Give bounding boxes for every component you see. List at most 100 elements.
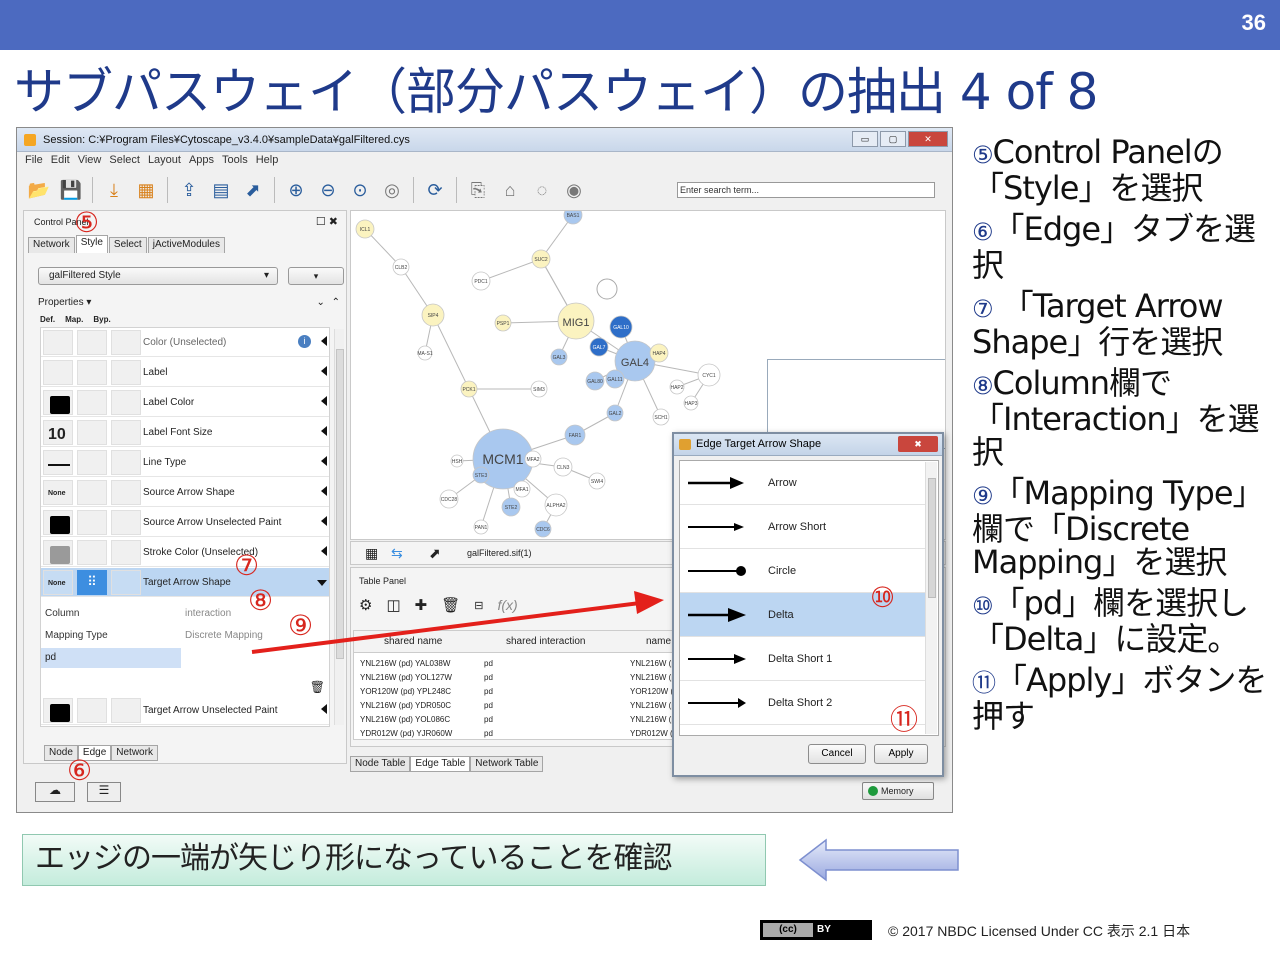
expand-arrow-icon[interactable] xyxy=(321,366,327,376)
menu-tools[interactable]: Tools xyxy=(222,154,248,170)
new-network-from-selection-icon[interactable]: ⎘ xyxy=(464,176,492,204)
mapping-type-value[interactable]: Discrete Mapping xyxy=(185,630,263,641)
refresh-icon[interactable]: ⟳ xyxy=(421,176,449,204)
zoom-fit-icon[interactable]: ⊙ xyxy=(346,176,374,204)
expand-arrow-icon[interactable] xyxy=(321,516,327,526)
tab-select[interactable]: Select xyxy=(108,237,147,253)
property-row-target-arrow-shape[interactable]: None ⠿ Target Arrow Shape xyxy=(41,568,329,597)
column-value[interactable]: interaction xyxy=(185,608,231,619)
task-list-icon[interactable]: ☰ xyxy=(87,782,121,802)
col-name[interactable]: name xyxy=(646,636,671,647)
zoom-selected-icon[interactable]: ◎ xyxy=(378,176,406,204)
show-icon[interactable]: ◉ xyxy=(560,176,588,204)
expand-arrow-icon[interactable] xyxy=(321,456,327,466)
column-row[interactable]: Column interaction xyxy=(45,608,325,619)
expand-arrow-icon[interactable] xyxy=(321,704,327,714)
property-row[interactable]: Source Arrow Unselected Paint xyxy=(41,508,329,537)
table-row[interactable]: YNL216W (pd) YAL038W pd YNL216W (p xyxy=(354,659,672,673)
detach-view-icon[interactable]: ⬈ xyxy=(429,545,441,562)
export-table-icon[interactable]: ▤ xyxy=(207,176,235,204)
import-network-icon[interactable]: ⤓ xyxy=(100,176,128,204)
open-folder-icon[interactable]: 📂 xyxy=(25,176,53,204)
expand-arrow-icon[interactable] xyxy=(321,426,327,436)
network-edge[interactable] xyxy=(480,258,542,282)
expand-arrow-icon[interactable] xyxy=(321,396,327,406)
tab-network-style[interactable]: Network xyxy=(111,745,158,761)
apply-button[interactable]: Apply xyxy=(874,744,928,764)
menu-view[interactable]: View xyxy=(78,154,102,170)
export-image-icon[interactable]: ⬈ xyxy=(239,176,267,204)
tab-jactivemodules[interactable]: jActiveModules xyxy=(147,237,225,253)
menu-apps[interactable]: Apps xyxy=(189,154,214,170)
function-builder-icon[interactable]: f(x) xyxy=(497,597,517,613)
add-column-icon[interactable]: ✚ xyxy=(415,596,428,614)
trash-icon[interactable]: 🗑 xyxy=(310,680,325,694)
mapping-grid-icon[interactable]: ⠿ xyxy=(77,570,107,595)
table-row[interactable]: YNL216W (pd) YDR050C pd YNL216W (p xyxy=(354,701,672,715)
property-row[interactable]: Target Arrow Unselected Paint xyxy=(41,696,329,725)
maximize-button[interactable]: ▢ xyxy=(880,131,906,147)
network-node[interactable] xyxy=(596,278,618,300)
property-row[interactable]: Line Type xyxy=(41,448,329,477)
expand-arrow-icon[interactable] xyxy=(321,486,327,496)
home-icon[interactable]: ⌂ xyxy=(496,176,524,204)
table-row[interactable]: YNL216W (pd) YOL086C pd YNL216W (p xyxy=(354,715,672,729)
expand-arrow-icon[interactable] xyxy=(321,336,327,346)
property-row[interactable]: Label xyxy=(41,358,329,387)
zoom-in-icon[interactable]: ⊕ xyxy=(282,176,310,204)
export-network-icon[interactable]: ⇪ xyxy=(175,176,203,204)
share-icon[interactable]: ⇆ xyxy=(391,545,403,562)
menu-edit[interactable]: Edit xyxy=(51,154,70,170)
col-shared-interaction[interactable]: shared interaction xyxy=(506,636,586,647)
panel-float-close-icons[interactable]: ☐ ✖ xyxy=(316,215,338,228)
hide-icon[interactable]: ◌ xyxy=(528,176,556,204)
property-scrollbar[interactable] xyxy=(334,329,344,725)
mapping-type-row[interactable]: Mapping Type Discrete Mapping xyxy=(45,630,325,641)
tab-network-table[interactable]: Network Table xyxy=(470,756,544,772)
arrow-option-arrow-short[interactable]: Arrow Short xyxy=(680,505,926,549)
columns-icon[interactable]: ◫ xyxy=(386,596,400,614)
tab-network[interactable]: Network xyxy=(28,237,75,253)
collapse-arrow-icon[interactable] xyxy=(317,580,327,586)
zoom-out-icon[interactable]: ⊖ xyxy=(314,176,342,204)
menu-file[interactable]: File xyxy=(25,154,43,170)
menu-help[interactable]: Help xyxy=(256,154,279,170)
expand-arrow-icon[interactable] xyxy=(321,546,327,556)
table-row[interactable]: YOR120W (pd) YPL248C pd YOR120W (p xyxy=(354,687,672,701)
property-row[interactable]: None Source Arrow Shape xyxy=(41,478,329,507)
tab-node-table[interactable]: Node Table xyxy=(350,756,411,772)
col-shared-name[interactable]: shared name xyxy=(384,636,442,647)
tab-edge-table[interactable]: Edge Table xyxy=(410,756,471,772)
minimize-button[interactable]: ▭ xyxy=(852,131,878,147)
grid-view-icon[interactable]: ▦ xyxy=(365,545,378,562)
properties-bar[interactable]: Properties ▾ ⌄ ⌃ xyxy=(38,293,344,313)
link-table-icon[interactable]: ⊟ xyxy=(474,599,483,612)
gear-icon[interactable]: ⚙ xyxy=(359,596,372,614)
menu-select[interactable]: Select xyxy=(109,154,140,170)
table-row[interactable]: YNL216W (pd) YOL127W pd YNL216W (p xyxy=(354,673,672,687)
property-row[interactable]: 10 Label Font Size xyxy=(41,418,329,447)
pd-key-cell[interactable]: pd xyxy=(41,648,181,668)
dialog-scrollbar[interactable] xyxy=(925,462,937,734)
network-edge[interactable] xyxy=(432,314,470,390)
info-icon[interactable]: i xyxy=(298,335,311,348)
style-options-dropdown[interactable]: ▾ xyxy=(288,267,344,285)
cancel-button[interactable]: Cancel xyxy=(808,744,866,764)
trash-icon[interactable]: 🗑 xyxy=(441,596,460,614)
table-row[interactable]: YDR012W (pd) YJR060W pd YDR012W (p xyxy=(354,729,672,739)
search-input[interactable]: Enter search term... xyxy=(677,182,935,198)
close-icon[interactable]: ✖ xyxy=(898,436,938,452)
import-table-icon[interactable]: ▦ xyxy=(132,176,160,204)
style-dropdown[interactable]: galFiltered Style ▾ xyxy=(38,267,278,285)
close-window-button[interactable]: ✕ xyxy=(908,131,948,147)
save-icon[interactable]: 💾 xyxy=(57,176,85,204)
menu-layout[interactable]: Layout xyxy=(148,154,181,170)
memory-button[interactable]: Memory xyxy=(862,782,934,800)
property-row[interactable]: Stroke Color (Unselected) xyxy=(41,538,329,567)
property-row[interactable]: Color (Unselected) i xyxy=(41,328,329,357)
arrow-option-arrow[interactable]: Arrow xyxy=(680,461,926,505)
step-10: ⑩「pd」欄を選択し「Delta」に設定。 xyxy=(972,587,1272,656)
property-row[interactable]: Label Color xyxy=(41,388,329,417)
arrow-option-delta-short-1[interactable]: Delta Short 1 xyxy=(680,637,926,681)
collapse-expand-icons[interactable]: ⌄ ⌃ xyxy=(316,293,342,313)
